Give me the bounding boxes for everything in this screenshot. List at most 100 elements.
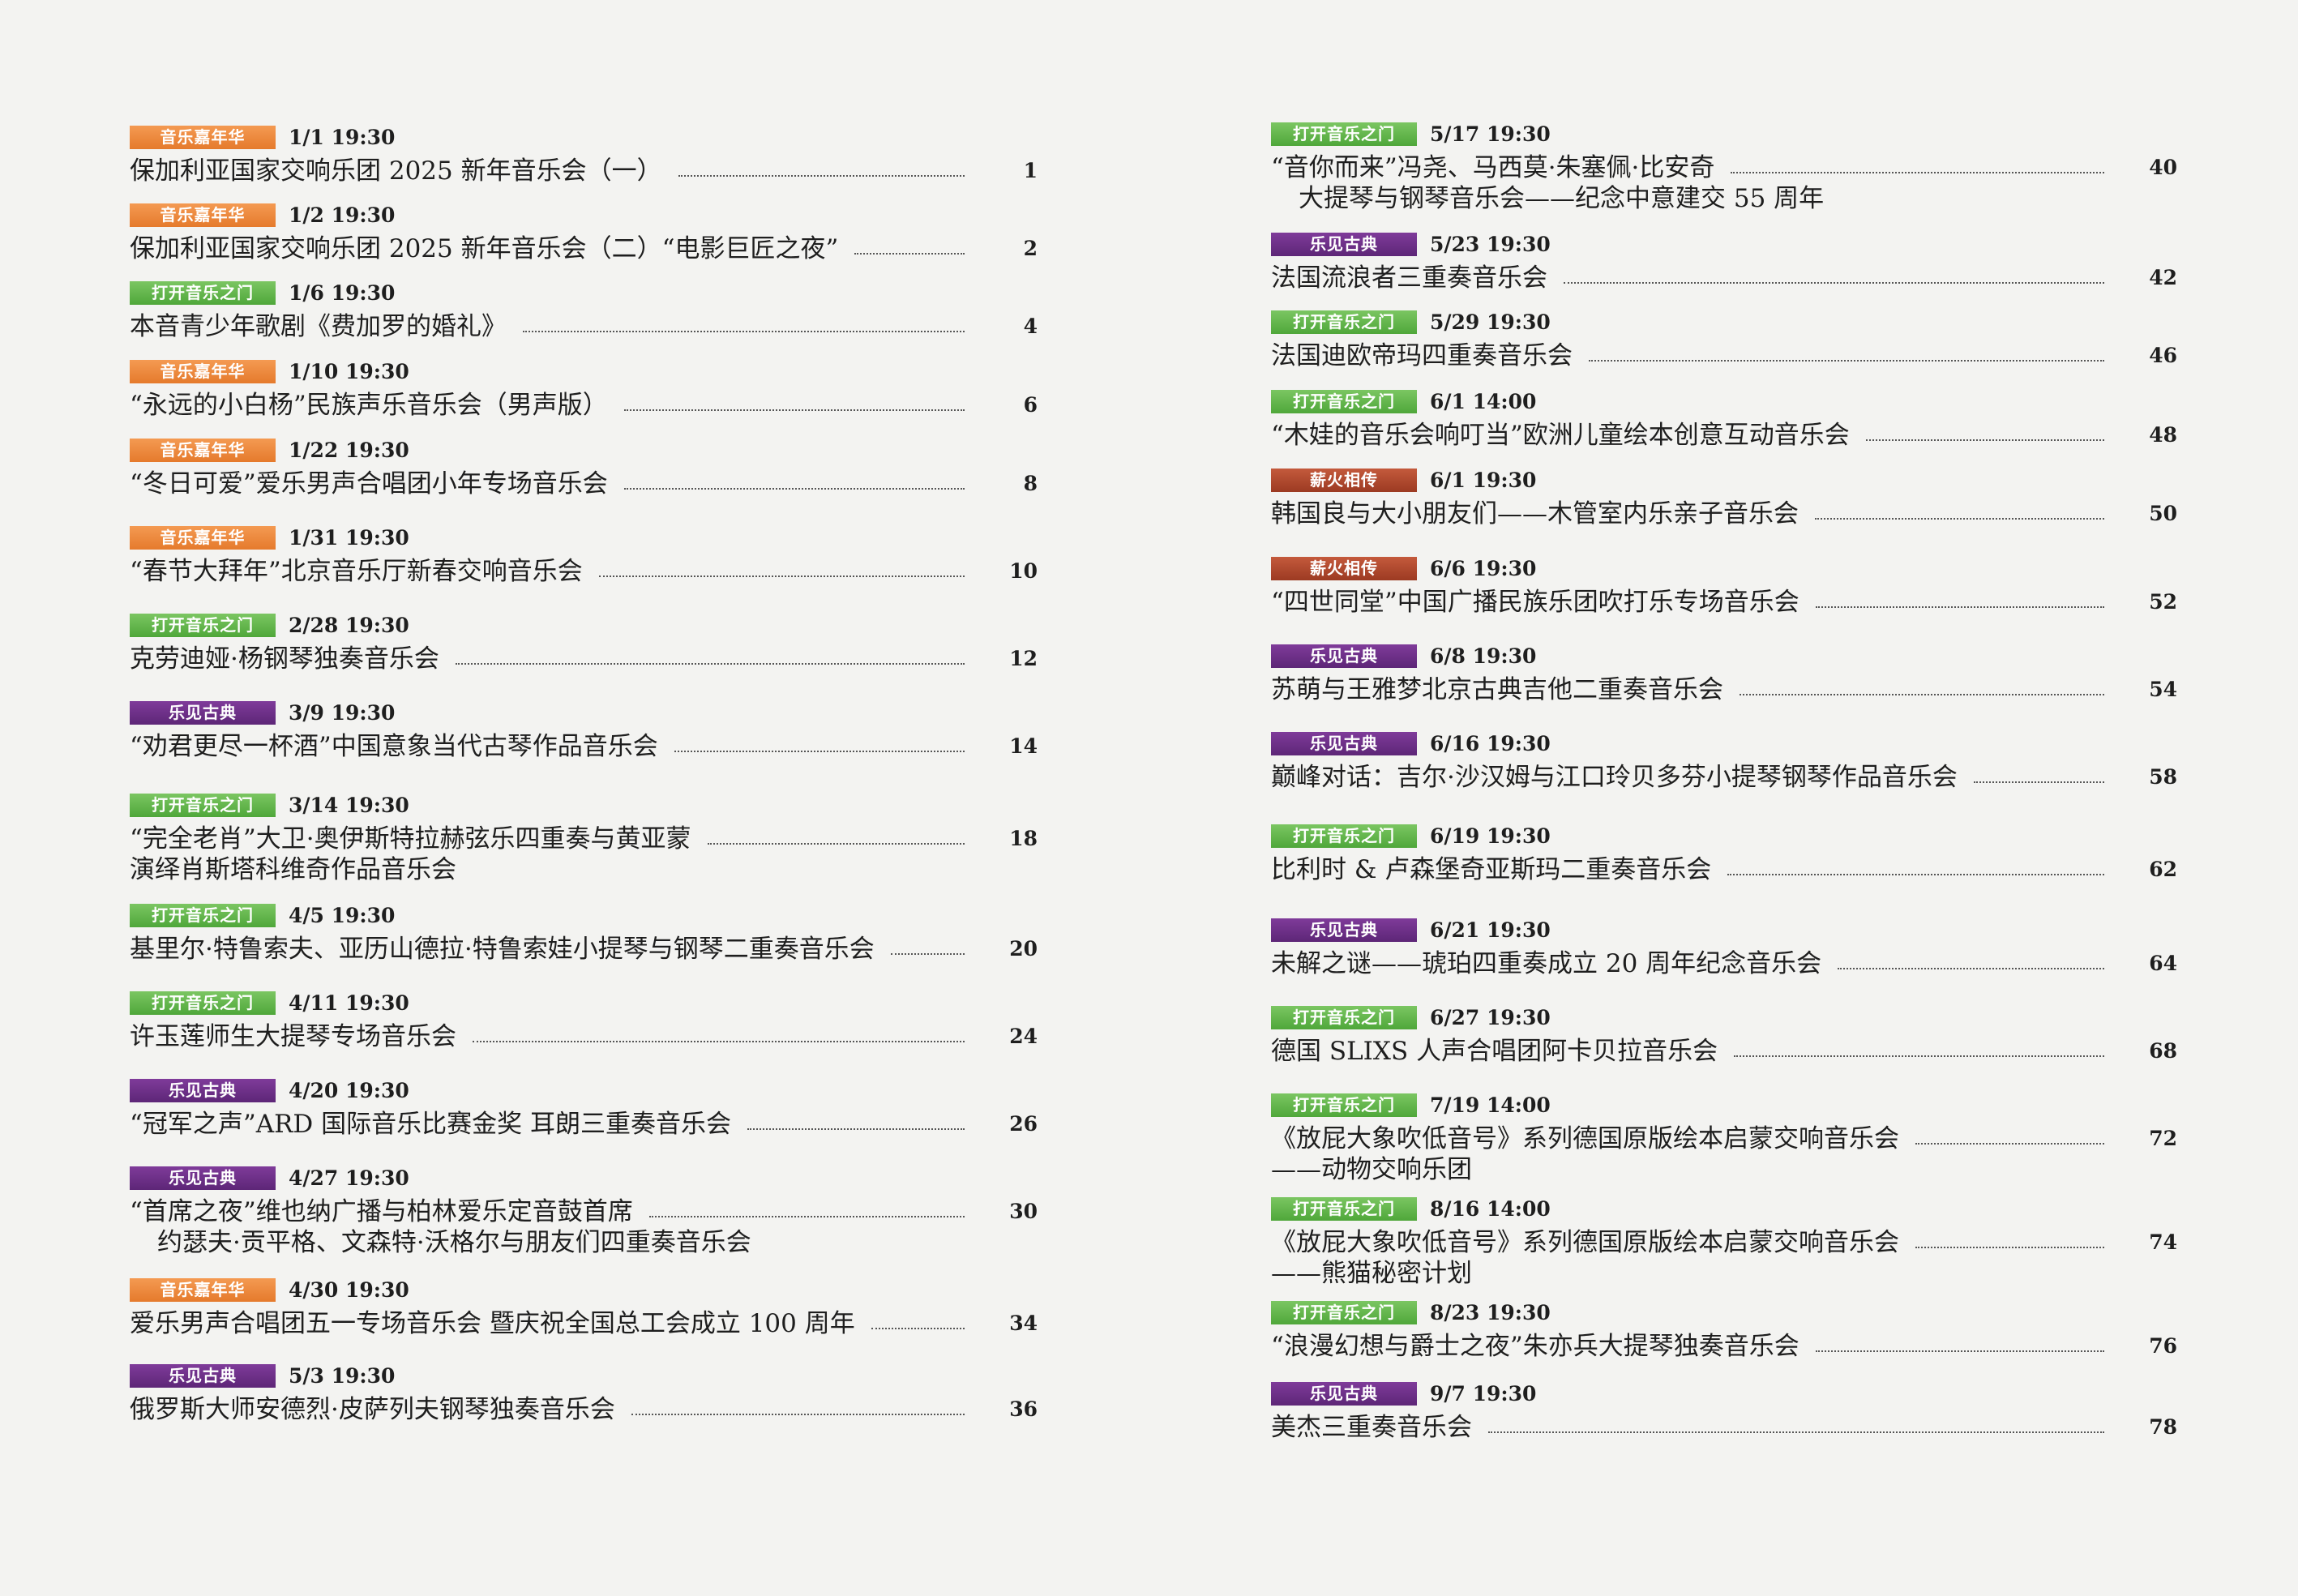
series-tag: 乐见古典	[130, 700, 276, 725]
toc-entry[interactable]: 乐见古典 6/16 19:30 巅峰对话：吉尔·沙汉姆与江口玲贝多芬小提琴钢琴作品音…	[1271, 730, 2177, 806]
dot-leader	[1915, 1143, 2104, 1145]
page-number: 40	[2149, 156, 2177, 179]
toc-entry[interactable]: 音乐嘉年华 4/30 19:30 爱乐男声合唱团五一专场音乐会 暨庆祝全国总工会成立…	[130, 1276, 1038, 1352]
dot-leader	[623, 488, 965, 490]
series-tag: 打开音乐之门	[130, 903, 276, 927]
entry-line: 克劳迪娅·杨钢琴独奏音乐会 12	[130, 644, 1038, 674]
dot-leader	[674, 751, 965, 752]
toc-entry[interactable]: 乐见古典 4/27 19:30 “首席之夜”维也纳广播与柏林爱乐定音鼓首席 30 约瑟夫…	[130, 1164, 1038, 1269]
toc-entry[interactable]: 乐见古典 6/21 19:30 未解之谜——琥珀四重奏成立 20 周年纪念音乐会 64	[1271, 916, 2177, 992]
event-title: “春节大拜年”北京音乐厅新春交响音乐会	[130, 557, 583, 586]
entry-line: 保加利亚国家交响乐团 2025 新年音乐会（一） 1	[130, 156, 1038, 186]
series-tag: 薪火相传	[1271, 468, 1417, 492]
entry-line: 德国 SLIXS 人声合唱团阿卡贝拉音乐会 68	[1271, 1036, 2177, 1067]
dot-leader	[707, 843, 965, 845]
toc-entry[interactable]: 薪火相传 6/1 19:30 韩国良与大小朋友们——木管室内乐亲子音乐会 50	[1271, 466, 2177, 542]
toc-entry[interactable]: 乐见古典 5/3 19:30 俄罗斯大师安德烈·皮萨列夫钢琴独奏音乐会 36	[130, 1362, 1038, 1438]
event-date: 5/3 19:30	[289, 1363, 396, 1388]
toc-entry[interactable]: 音乐嘉年华 1/31 19:30 “春节大拜年”北京音乐厅新春交响音乐会 10	[130, 524, 1038, 600]
toc-entry[interactable]: 打开音乐之门 5/29 19:30 法国迪欧帝玛四重奏音乐会 46	[1271, 308, 2177, 384]
event-title: “冠军之声”ARD 国际音乐比赛金奖 耳朗三重奏音乐会	[130, 1110, 731, 1139]
series-tag: 薪火相传	[1271, 556, 1417, 580]
event-date: 5/17 19:30	[1430, 122, 1551, 146]
toc-entry[interactable]: 打开音乐之门 4/11 19:30 许玉莲师生大提琴专场音乐会 24	[130, 989, 1038, 1065]
entry-line: 爱乐男声合唱团五一专场音乐会 暨庆祝全国总工会成立 100 周年 34	[130, 1308, 1038, 1339]
entry-meta: 音乐嘉年华 1/2 19:30	[130, 201, 395, 229]
toc-entry[interactable]: 打开音乐之门 6/19 19:30 比利时 & 卢森堡奇亚斯玛二重奏音乐会 62	[1271, 822, 2177, 898]
entry-line: 未解之谜——琥珀四重奏成立 20 周年纪念音乐会 64	[1271, 948, 2177, 979]
event-date: 6/21 19:30	[1430, 918, 1551, 942]
event-date: 3/14 19:30	[289, 793, 409, 817]
entry-line: 本音青少年歌剧《费加罗的婚礼》 4	[130, 311, 1038, 342]
toc-entry[interactable]: 打开音乐之门 5/17 19:30 “音你而来”冯尧、马西莫·朱塞佩·比安奇 40 大提…	[1271, 120, 2177, 225]
event-date: 4/30 19:30	[289, 1277, 409, 1302]
entry-meta: 乐见古典 6/21 19:30	[1271, 916, 1551, 943]
event-title: 许玉莲师生大提琴专场音乐会	[130, 1022, 456, 1051]
page-number: 18	[1009, 827, 1038, 850]
dot-leader	[1727, 874, 2104, 875]
entry-line: 美杰三重奏音乐会 78	[1271, 1412, 2177, 1443]
event-date: 1/10 19:30	[289, 359, 409, 383]
entry-line: “春节大拜年”北京音乐厅新春交响音乐会 10	[130, 556, 1038, 587]
entry-meta: 薪火相传 6/6 19:30	[1271, 554, 1536, 582]
page-number: 50	[2149, 502, 2177, 525]
dot-leader	[854, 253, 965, 255]
series-tag: 打开音乐之门	[130, 280, 276, 305]
toc-entry[interactable]: 乐见古典 3/9 19:30 “劝君更尽一杯酒”中国意象当代古琴作品音乐会 14	[130, 699, 1038, 775]
entry-meta: 音乐嘉年华 4/30 19:30	[130, 1276, 409, 1303]
entry-meta: 乐见古典 5/3 19:30	[130, 1362, 395, 1389]
entry-meta: 乐见古典 4/20 19:30	[130, 1076, 409, 1104]
dot-leader	[455, 663, 965, 665]
toc-entry[interactable]: 薪火相传 6/6 19:30 “四世同堂”中国广播民族乐团吹打乐专场音乐会 52	[1271, 554, 2177, 631]
toc-entry[interactable]: 音乐嘉年华 1/2 19:30 保加利亚国家交响乐团 2025 新年音乐会（二）“电…	[130, 201, 1038, 277]
page-number: 1	[1023, 159, 1038, 182]
entry-line: 《放屁大象吹低音号》系列德国原版绘本启蒙交响音乐会 74	[1271, 1227, 2177, 1258]
page-number: 26	[1009, 1112, 1038, 1136]
event-date: 7/19 14:00	[1430, 1093, 1551, 1117]
entry-line: 基里尔·特鲁索夫、亚历山德拉·特鲁索娃小提琴与钢琴二重奏音乐会 20	[130, 934, 1038, 965]
entry-line: 巅峰对话：吉尔·沙汉姆与江口玲贝多芬小提琴钢琴作品音乐会 58	[1271, 762, 2177, 793]
dot-leader	[871, 1328, 965, 1329]
event-title: 德国 SLIXS 人声合唱团阿卡贝拉音乐会	[1271, 1037, 1718, 1066]
toc-entry[interactable]: 打开音乐之门 6/1 14:00 “木娃的音乐会响叮当”欧洲儿童绘本创意互动音乐会 4…	[1271, 387, 2177, 464]
event-title: “四世同堂”中国广播民族乐团吹打乐专场音乐会	[1271, 588, 1799, 617]
entry-line: “永远的小白杨”民族声乐音乐会（男声版） 6	[130, 390, 1038, 421]
event-title: 《放屁大象吹低音号》系列德国原版绘本启蒙交响音乐会	[1271, 1124, 1899, 1153]
toc-entry[interactable]: 乐见古典 4/20 19:30 “冠军之声”ARD 国际音乐比赛金奖 耳朗三重奏音乐…	[130, 1076, 1038, 1153]
entry-line: “首席之夜”维也纳广播与柏林爱乐定音鼓首席 30	[130, 1196, 1038, 1227]
toc-entry[interactable]: 乐见古典 9/7 19:30 美杰三重奏音乐会 78	[1271, 1380, 2177, 1456]
toc-entry[interactable]: 音乐嘉年华 1/1 19:30 保加利亚国家交响乐团 2025 新年音乐会（一） 1	[130, 123, 1038, 199]
event-title: 法国流浪者三重奏音乐会	[1271, 263, 1547, 293]
dot-leader	[1589, 360, 2104, 362]
toc-entry[interactable]: 打开音乐之门 2/28 19:30 克劳迪娅·杨钢琴独奏音乐会 12	[130, 611, 1038, 687]
toc-entry[interactable]: 音乐嘉年华 1/22 19:30 “冬日可爱”爱乐男声合唱团小年专场音乐会 8	[130, 436, 1038, 512]
event-title: “木娃的音乐会响叮当”欧洲儿童绘本创意互动音乐会	[1271, 421, 1850, 450]
toc-entry[interactable]: 乐见古典 6/8 19:30 苏萌与王雅梦北京古典吉他二重奏音乐会 54	[1271, 642, 2177, 718]
toc-entry[interactable]: 乐见古典 5/23 19:30 法国流浪者三重奏音乐会 42	[1271, 230, 2177, 306]
toc-entry[interactable]: 打开音乐之门 8/16 14:00 《放屁大象吹低音号》系列德国原版绘本启蒙交响音乐…	[1271, 1195, 2177, 1300]
toc-entry[interactable]: 打开音乐之门 6/27 19:30 德国 SLIXS 人声合唱团阿卡贝拉音乐会 68	[1271, 1003, 2177, 1080]
series-tag: 乐见古典	[1271, 232, 1417, 256]
event-title-continued: 约瑟夫·贡平格、文森特·沃格尔与朋友们四重奏音乐会	[157, 1228, 751, 1257]
dot-leader	[1915, 1247, 2104, 1248]
entry-meta: 打开音乐之门 6/19 19:30	[1271, 822, 1551, 849]
entry-meta: 打开音乐之门 6/27 19:30	[1271, 1003, 1551, 1031]
event-date: 6/27 19:30	[1430, 1005, 1551, 1029]
event-date: 6/1 19:30	[1430, 468, 1537, 492]
toc-entry[interactable]: 打开音乐之门 1/6 19:30 本音青少年歌剧《费加罗的婚礼》 4	[130, 279, 1038, 355]
toc-entry[interactable]: 打开音乐之门 7/19 14:00 《放屁大象吹低音号》系列德国原版绘本启蒙交响音乐…	[1271, 1091, 2177, 1196]
event-date: 4/27 19:30	[289, 1166, 409, 1190]
entry-meta: 打开音乐之门 6/1 14:00	[1271, 387, 1536, 415]
page-number: 78	[2149, 1415, 2177, 1439]
series-tag: 乐见古典	[130, 1078, 276, 1102]
dot-leader	[890, 953, 965, 955]
toc-entry[interactable]: 打开音乐之门 8/23 19:30 “浪漫幻想与爵士之夜”朱亦兵大提琴独奏音乐会 76	[1271, 1299, 2177, 1375]
event-date: 1/22 19:30	[289, 438, 409, 462]
toc-entry[interactable]: 音乐嘉年华 1/10 19:30 “永远的小白杨”民族声乐音乐会（男声版） 6	[130, 357, 1038, 434]
event-title: 比利时 & 卢森堡奇亚斯玛二重奏音乐会	[1271, 855, 1712, 884]
entry-line: “四世同堂”中国广播民族乐团吹打乐专场音乐会 52	[1271, 587, 2177, 618]
series-tag: 乐见古典	[1271, 1381, 1417, 1406]
toc-entry[interactable]: 打开音乐之门 3/14 19:30 “完全老肖”大卫·奥伊斯特拉赫弦乐四重奏与黄亚蒙…	[130, 791, 1038, 896]
event-date: 6/16 19:30	[1430, 731, 1551, 755]
toc-entry[interactable]: 打开音乐之门 4/5 19:30 基里尔·特鲁索夫、亚历山德拉·特鲁索娃小提琴与钢琴…	[130, 901, 1038, 978]
